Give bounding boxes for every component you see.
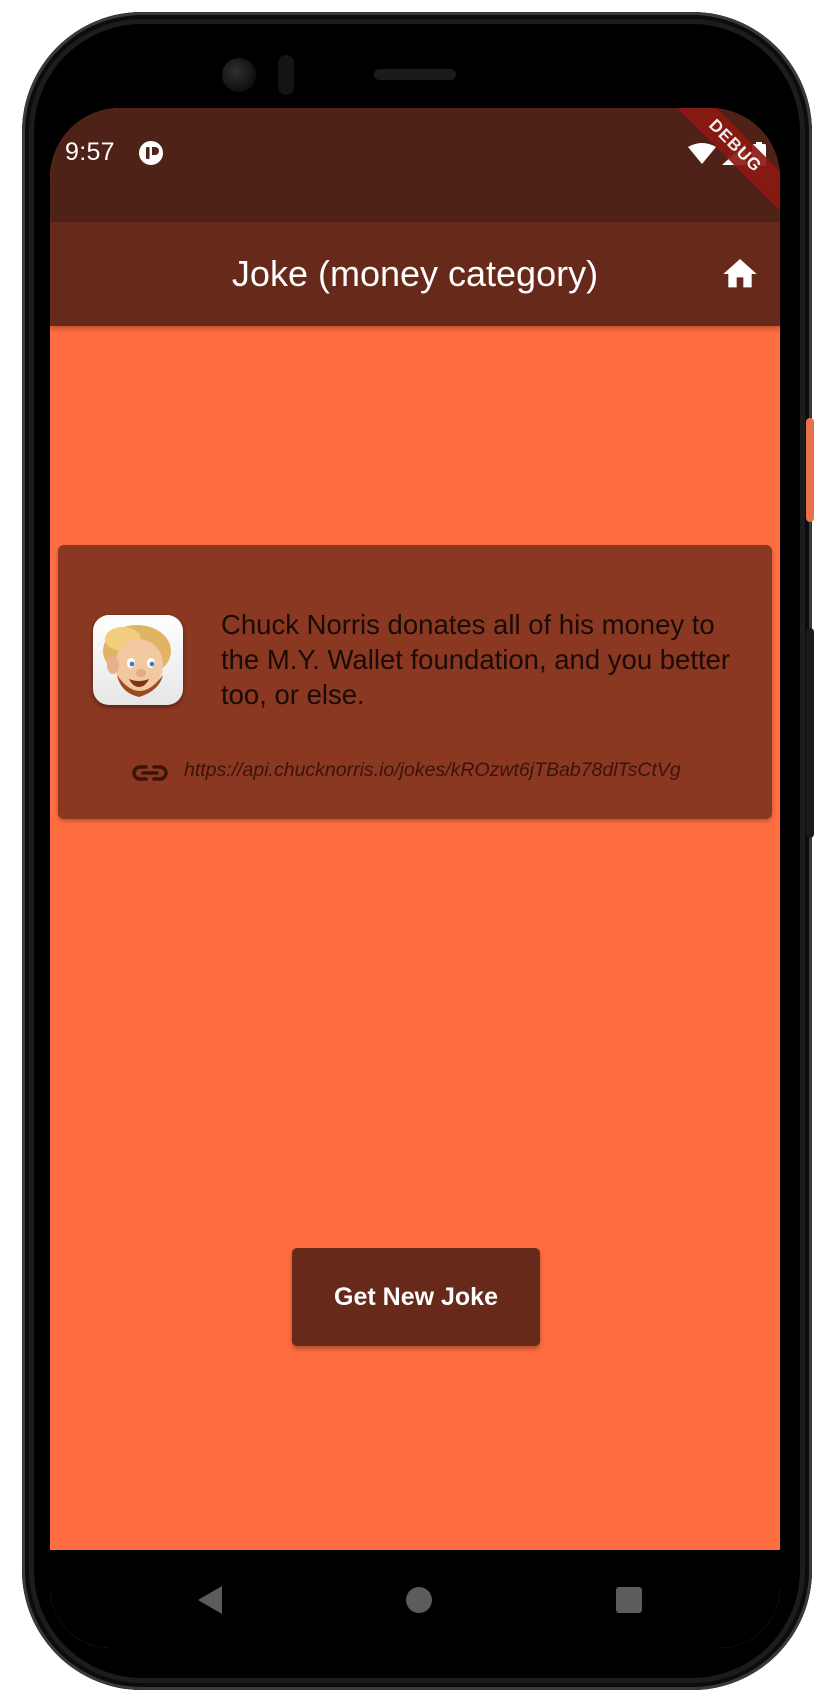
home-icon[interactable]: [720, 254, 760, 294]
front-camera: [222, 58, 256, 92]
get-new-joke-button[interactable]: Get New Joke: [292, 1248, 540, 1346]
recents-icon[interactable]: [610, 1581, 648, 1619]
proximity-sensor: [278, 55, 294, 95]
page-title: Joke (money category): [231, 253, 599, 294]
app-bar: Joke (money category): [50, 222, 780, 326]
power-button: [806, 418, 814, 522]
status-time: 9:57: [65, 138, 115, 166]
home-circle-icon[interactable]: [400, 1581, 438, 1619]
chuck-norris-avatar: [93, 615, 183, 705]
joke-text: Chuck Norris donates all of his money to…: [221, 609, 731, 710]
joke-url-link[interactable]: https://api.chucknorris.io/jokes/kROzwt6…: [184, 759, 681, 782]
earpiece-speaker: [374, 69, 456, 80]
wifi-icon: [688, 143, 716, 164]
link-icon: [132, 765, 168, 781]
status-bar: 9:57 DEBUG: [50, 108, 780, 222]
back-icon[interactable]: [190, 1580, 230, 1620]
notification-app-icon: [139, 141, 163, 165]
volume-button: [806, 628, 814, 838]
joke-card: Chuck Norris donates all of his money to…: [58, 545, 772, 819]
app-screen: 9:57 DEBUG Joke (money category) Chuck N…: [50, 108, 780, 1648]
system-nav-bar: [50, 1550, 780, 1648]
